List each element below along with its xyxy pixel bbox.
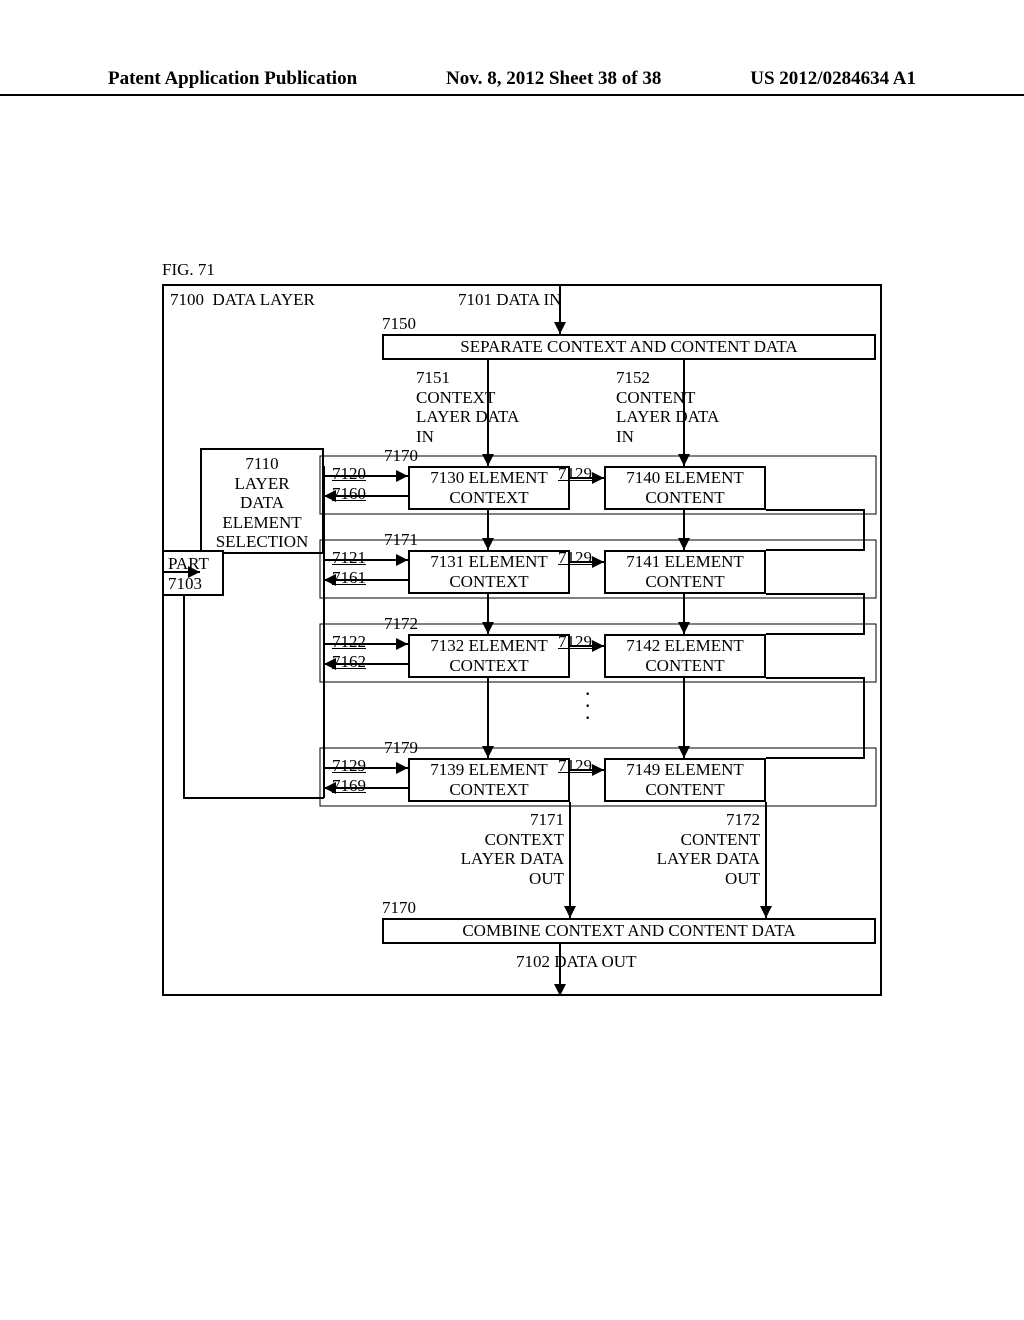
header-left: Patent Application Publication [108, 68, 357, 90]
header-right: US 2012/0284634 A1 [750, 68, 916, 90]
header-mid: Nov. 8, 2012 Sheet 38 of 38 [446, 68, 661, 90]
page-header: Patent Application Publication Nov. 8, 2… [0, 68, 1024, 96]
diagram-outer: 7100 DATA LAYER 7101 DATA IN 7150 SEPARA… [162, 284, 882, 996]
connector-svg [164, 286, 884, 1006]
figure-caption: FIG. 71 [162, 260, 215, 280]
